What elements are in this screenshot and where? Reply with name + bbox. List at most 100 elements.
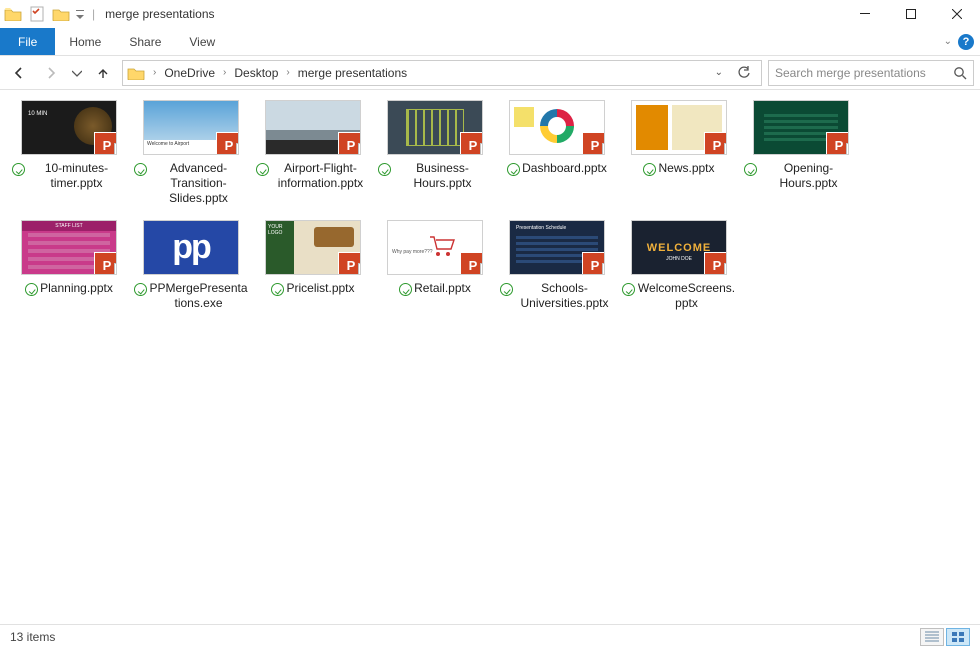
file-label-row: Retail.pptx <box>376 281 494 296</box>
file-label-row: Schools-Universities.pptx <box>498 281 616 311</box>
sync-check-icon <box>25 283 38 296</box>
file-name: Opening-Hours.pptx <box>759 161 858 191</box>
help-button[interactable]: ? <box>958 34 974 50</box>
sync-check-icon <box>134 283 147 296</box>
file-thumbnail: pp <box>143 220 239 275</box>
up-button[interactable] <box>90 60 116 86</box>
quick-access-toolbar <box>0 3 88 25</box>
title-separator: | <box>88 7 99 21</box>
close-button[interactable] <box>934 0 980 28</box>
search-icon[interactable] <box>953 66 967 80</box>
file-item[interactable]: Welcome to Airport Advanced-Transition-Sl… <box>132 100 250 206</box>
file-label-row: Dashboard.pptx <box>498 161 616 176</box>
window-controls <box>842 0 980 28</box>
search-input[interactable]: Search merge presentations <box>768 60 974 86</box>
search-placeholder: Search merge presentations <box>775 66 953 80</box>
file-thumbnail <box>631 100 727 155</box>
file-item[interactable]: Presentation ScheduleSchools-Universitie… <box>498 220 616 311</box>
view-switcher <box>920 628 970 646</box>
back-button[interactable] <box>6 60 32 86</box>
address-bar[interactable]: › OneDrive › Desktop › merge presentatio… <box>122 60 762 86</box>
file-item[interactable]: News.pptx <box>620 100 738 206</box>
ribbon-tab-view[interactable]: View <box>175 28 229 55</box>
maximize-button[interactable] <box>888 0 934 28</box>
sync-check-icon <box>12 163 25 176</box>
file-item[interactable]: pp PPMergePresentations.exe <box>132 220 250 311</box>
recent-locations-button[interactable] <box>70 60 84 86</box>
file-item[interactable]: WELCOMEJOHN DOE WelcomeScreens.pptx <box>620 220 738 311</box>
properties-icon[interactable] <box>26 3 48 25</box>
app-icon-text: pp <box>172 228 210 267</box>
file-label-row: Opening-Hours.pptx <box>742 161 860 191</box>
file-name: News.pptx <box>658 161 714 176</box>
file-label-row: Pricelist.pptx <box>254 281 372 296</box>
file-item[interactable]: Why pay more??? Retail.pptx <box>376 220 494 311</box>
file-name: Airport-Flight-information.pptx <box>271 161 370 191</box>
file-thumbnail <box>753 100 849 155</box>
sync-check-icon <box>134 163 147 176</box>
file-item[interactable]: Opening-Hours.pptx <box>742 100 860 206</box>
file-label-row: WelcomeScreens.pptx <box>620 281 738 311</box>
file-label-row: Advanced-Transition-Slides.pptx <box>132 161 250 206</box>
file-label-row: Planning.pptx <box>10 281 128 296</box>
folder-icon[interactable] <box>2 3 24 25</box>
refresh-button[interactable] <box>731 66 757 80</box>
sync-check-icon <box>744 163 757 176</box>
file-item[interactable]: Dashboard.pptx <box>498 100 616 206</box>
file-item[interactable]: Airport-Flight-information.pptx <box>254 100 372 206</box>
file-label-row: PPMergePresentations.exe <box>132 281 250 311</box>
file-name: 10-minutes-timer.pptx <box>27 161 126 191</box>
chevron-right-icon[interactable]: › <box>217 67 232 78</box>
ribbon-tab-file[interactable]: File <box>0 28 55 55</box>
ribbon-collapse-icon[interactable]: ⌄ <box>944 36 952 47</box>
window-title: merge presentations <box>99 7 214 21</box>
file-name: Advanced-Transition-Slides.pptx <box>149 161 248 206</box>
file-thumbnail: Welcome to Airport <box>143 100 239 155</box>
file-name: Dashboard.pptx <box>522 161 607 176</box>
file-name: WelcomeScreens.pptx <box>637 281 736 311</box>
file-thumbnail: Why pay more??? <box>387 220 483 275</box>
chevron-right-icon[interactable]: › <box>280 67 295 78</box>
content-area[interactable]: 10 MIN10-minutes-timer.pptxWelcome to Ai… <box>0 90 980 624</box>
sync-check-icon <box>378 163 391 176</box>
breadcrumb-item[interactable]: Desktop <box>232 66 280 80</box>
file-item[interactable]: 10 MIN 10-minutes-timer.pptx <box>10 100 128 206</box>
file-item[interactable]: Business-Hours.pptx <box>376 100 494 206</box>
file-thumbnail <box>265 100 361 155</box>
qat-dropdown-icon[interactable] <box>74 3 86 25</box>
file-label-row: 10-minutes-timer.pptx <box>10 161 128 191</box>
folder-icon <box>127 66 147 80</box>
file-name: Pricelist.pptx <box>286 281 354 296</box>
file-grid: 10 MIN10-minutes-timer.pptxWelcome to Ai… <box>8 100 980 325</box>
sync-check-icon <box>643 163 656 176</box>
file-thumbnail <box>387 100 483 155</box>
ribbon-tab-share[interactable]: Share <box>115 28 175 55</box>
sync-check-icon <box>500 283 513 296</box>
file-name: PPMergePresentations.exe <box>149 281 248 311</box>
file-item[interactable]: Pricelist.pptx <box>254 220 372 311</box>
file-name: Planning.pptx <box>40 281 113 296</box>
ribbon: File Home Share View ⌄ ? <box>0 28 980 56</box>
file-label-row: Business-Hours.pptx <box>376 161 494 191</box>
folder-small-icon[interactable] <box>50 3 72 25</box>
sync-check-icon <box>507 163 520 176</box>
item-count: 13 items <box>10 630 55 644</box>
details-view-button[interactable] <box>920 628 944 646</box>
breadcrumb-item[interactable]: OneDrive <box>162 66 217 80</box>
title-bar: | merge presentations <box>0 0 980 28</box>
file-thumbnail: STAFF LIST <box>21 220 117 275</box>
address-dropdown-icon[interactable]: ⌄ <box>709 67 729 78</box>
forward-button[interactable] <box>38 60 64 86</box>
chevron-right-icon[interactable]: › <box>147 67 162 78</box>
ribbon-tab-home[interactable]: Home <box>55 28 115 55</box>
file-item[interactable]: STAFF LIST Planning.pptx <box>10 220 128 311</box>
file-thumbnail: 10 MIN <box>21 100 117 155</box>
file-thumbnail: WELCOMEJOHN DOE <box>631 220 727 275</box>
sync-check-icon <box>622 283 635 296</box>
breadcrumb-item[interactable]: merge presentations <box>296 66 409 80</box>
icons-view-button[interactable] <box>946 628 970 646</box>
file-name: Schools-Universities.pptx <box>515 281 614 311</box>
sync-check-icon <box>256 163 269 176</box>
sync-check-icon <box>271 283 284 296</box>
minimize-button[interactable] <box>842 0 888 28</box>
